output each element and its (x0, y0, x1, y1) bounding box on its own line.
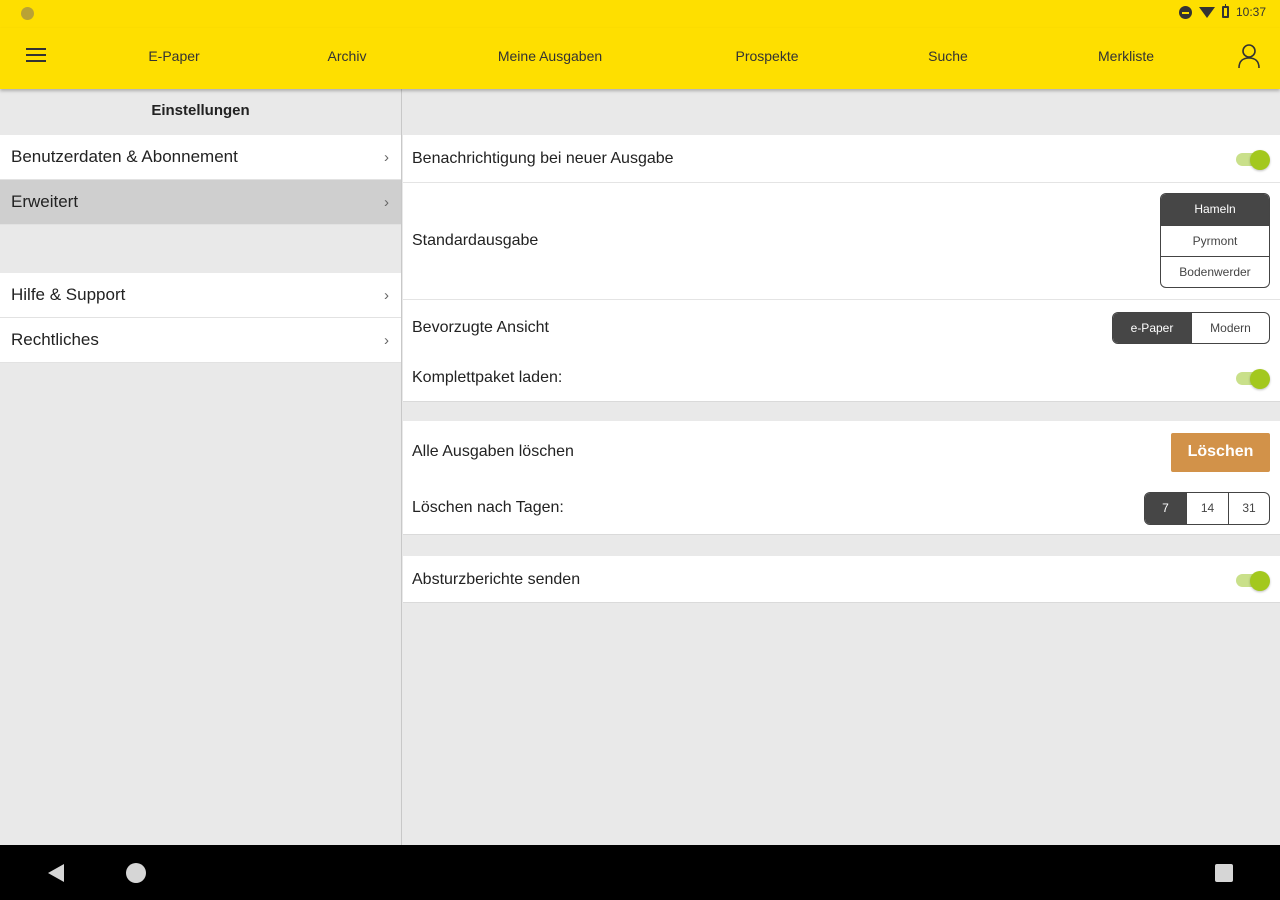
status-bar: 10:37 (0, 0, 1280, 28)
chevron-right-icon: › (384, 286, 389, 304)
crash-reports-label: Absturzberichte senden (412, 570, 581, 588)
chevron-right-icon: › (384, 331, 389, 349)
chevron-right-icon: › (384, 193, 389, 211)
sidebar-item-label: Benutzerdaten & Abonnement (11, 147, 238, 166)
sidebar-item-erweitert[interactable]: Erweitert › (0, 180, 401, 225)
edition-option-pyrmont[interactable]: Pyrmont (1161, 225, 1269, 256)
nav-archiv[interactable]: Archiv (328, 48, 367, 64)
nav-prospekte[interactable]: Prospekte (735, 48, 798, 64)
delete-all-label: Alle Ausgaben löschen (412, 443, 574, 460)
battery-icon (1221, 4, 1229, 18)
recent-apps-icon[interactable] (1215, 864, 1233, 882)
settings-section-storage: Alle Ausgaben löschen Löschen Löschen na… (403, 421, 1280, 535)
edition-option-hameln[interactable]: Hameln (1161, 194, 1269, 225)
wifi-icon (1198, 6, 1215, 18)
sidebar-item-label: Rechtliches (11, 330, 99, 349)
edition-segmented-control: Hameln Pyrmont Bodenwerder (1160, 193, 1270, 288)
setting-row-crash-reports: Absturzberichte senden (403, 556, 1280, 603)
nav-e-paper[interactable]: E-Paper (148, 48, 199, 64)
sidebar-item-rechtliches[interactable]: Rechtliches › (0, 318, 401, 363)
preferred-view-label: Bevorzugte Ansicht (412, 319, 549, 336)
delete-days-option-31[interactable]: 31 (1228, 492, 1269, 524)
standard-edition-label: Standardausgabe (412, 231, 539, 249)
nav-suche[interactable]: Suche (928, 48, 968, 64)
nav-merkliste[interactable]: Merkliste (1098, 48, 1154, 64)
full-package-toggle[interactable] (1236, 369, 1270, 389)
sidebar-item-hilfe-support[interactable]: Hilfe & Support › (0, 273, 401, 318)
back-icon[interactable] (48, 864, 64, 882)
delete-after-label: Löschen nach Tagen: (412, 499, 564, 516)
setting-row-delete-after-days: Löschen nach Tagen: 7 14 31 (403, 483, 1280, 533)
setting-row-delete-all: Alle Ausgaben löschen Löschen (403, 421, 1280, 483)
nav-meine-ausgaben[interactable]: Meine Ausgaben (498, 48, 602, 64)
settings-detail: Benachrichtigung bei neuer Ausgabe Stand… (403, 89, 1280, 845)
status-icons: 10:37 (1178, 4, 1266, 19)
setting-row-notification: Benachrichtigung bei neuer Ausgabe (403, 135, 1280, 182)
user-icon[interactable] (1237, 43, 1261, 69)
settings-sidebar: Einstellungen Benutzerdaten & Abonnement… (0, 89, 402, 845)
notification-toggle[interactable] (1236, 149, 1270, 170)
view-option-epaper[interactable]: e-Paper (1113, 313, 1191, 343)
delete-button[interactable]: Löschen (1171, 432, 1270, 472)
view-option-modern[interactable]: Modern (1191, 313, 1269, 343)
home-icon[interactable] (126, 863, 146, 883)
sidebar-item-label: Hilfe & Support (11, 285, 126, 304)
sidebar-item-label: Erweitert (11, 192, 79, 211)
status-time: 10:37 (1235, 5, 1266, 19)
setting-row-preferred-view: Bevorzugte Ansicht e-Paper Modern (403, 308, 1280, 348)
divider (403, 299, 1280, 300)
system-navigation-bar (0, 845, 1280, 900)
crash-reports-toggle[interactable] (1236, 570, 1270, 591)
settings-section-general: Benachrichtigung bei neuer Ausgabe Stand… (403, 135, 1280, 402)
settings-section-crash: Absturzberichte senden (403, 556, 1280, 603)
chevron-right-icon: › (384, 148, 389, 166)
do-not-disturb-icon (1178, 5, 1192, 19)
delete-days-option-7[interactable]: 7 (1145, 492, 1186, 524)
top-navigation: E-Paper Archiv Meine Ausgaben Prospekte … (0, 28, 1280, 89)
delete-days-segmented-control: 7 14 31 (1144, 491, 1270, 525)
delete-days-option-14[interactable]: 14 (1186, 492, 1228, 524)
edition-option-bodenwerder[interactable]: Bodenwerder (1161, 256, 1269, 287)
sidebar-title: Einstellungen (151, 102, 250, 119)
sidebar-item-benutzerdaten[interactable]: Benutzerdaten & Abonnement › (0, 135, 401, 180)
notification-dot-icon (21, 7, 34, 20)
setting-row-full-package: Komplettpaket laden: (403, 357, 1280, 399)
notification-label: Benachrichtigung bei neuer Ausgabe (412, 149, 674, 167)
hamburger-menu-icon[interactable] (26, 48, 46, 64)
view-segmented-control: e-Paper Modern (1112, 312, 1270, 344)
setting-row-standard-edition: Standardausgabe Hameln Pyrmont Bodenwerd… (403, 183, 1280, 298)
full-package-label: Komplettpaket laden: (412, 369, 563, 386)
